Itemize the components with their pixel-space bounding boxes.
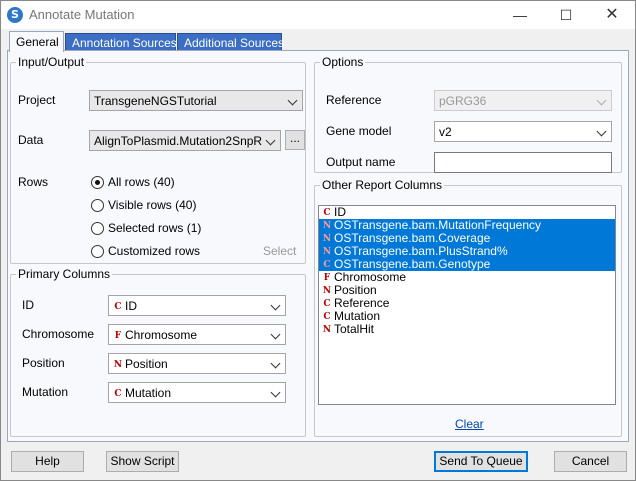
other-report-columns-list[interactable]: C ID N OSTransgene.bam.MutationFrequency N… — [318, 205, 616, 405]
customized-rows-label: Customized rows — [108, 244, 201, 258]
gene-model-value: v2 — [439, 125, 452, 139]
data-value: AlignToPlasmid.Mutation2SnpRepor — [94, 134, 262, 148]
list-item-label: ID — [334, 205, 346, 219]
app-logo-icon — [7, 7, 23, 23]
list-item-label: Position — [334, 283, 377, 297]
options-group: Options Reference pGRG36 Gene model v2 O… — [314, 55, 622, 173]
clear-link[interactable]: Clear — [455, 417, 484, 431]
annotate-mutation-dialog: Annotate Mutation — ☐ ✕ General Annotati… — [0, 0, 636, 481]
data-dropdown[interactable]: AlignToPlasmid.Mutation2SnpRepor — [89, 130, 281, 151]
chevron-down-icon — [270, 300, 281, 311]
factor-type-icon: F — [114, 331, 122, 341]
radio-visible-rows[interactable] — [91, 199, 104, 212]
input-output-group: Input/Output Project TransgeneNGSTutoria… — [10, 55, 306, 264]
id-column-dropdown[interactable]: C ID — [108, 295, 286, 316]
visible-rows-label: Visible rows (40) — [108, 198, 197, 212]
chevron-down-icon — [596, 126, 607, 137]
list-item-label: Chromosome — [334, 270, 407, 284]
chromosome-column-dropdown[interactable]: F Chromosome — [108, 324, 286, 345]
output-name-label: Output name — [326, 155, 396, 169]
chromosome-label: Chromosome — [22, 327, 95, 341]
tab-general[interactable]: General — [9, 31, 64, 52]
send-to-queue-button[interactable]: Send To Queue — [434, 451, 528, 472]
window-title: Annotate Mutation — [29, 7, 135, 22]
browse-data-button[interactable]: ... — [285, 130, 305, 150]
list-item-label: Mutation — [334, 309, 381, 323]
reference-value: pGRG36 — [439, 94, 487, 108]
help-button[interactable]: Help — [11, 451, 84, 472]
reference-dropdown[interactable]: pGRG36 — [434, 90, 612, 111]
gene-model-dropdown[interactable]: v2 — [434, 121, 612, 142]
numeric-type-icon: N — [113, 360, 123, 370]
radio-all-rows[interactable] — [91, 176, 104, 189]
id-column-value: ID — [125, 299, 137, 313]
other-report-columns-legend: Other Report Columns — [322, 178, 443, 192]
chevron-down-icon — [270, 358, 281, 369]
chevron-down-icon — [270, 329, 281, 340]
chromosome-column-value: Chromosome — [125, 328, 198, 342]
tab-additional-sources[interactable]: Additional Sources — [177, 33, 284, 51]
radio-customized-rows[interactable] — [91, 245, 104, 258]
tab-annotation-sources[interactable]: Annotation Sources — [65, 33, 177, 51]
list-item[interactable]: N TotalHit — [319, 323, 615, 336]
rows-label: Rows — [18, 175, 49, 189]
mutation-column-value: Mutation — [125, 386, 172, 400]
mutation-column-dropdown[interactable]: C Mutation — [108, 382, 286, 403]
cancel-button[interactable]: Cancel — [554, 451, 627, 472]
gene-model-label: Gene model — [326, 124, 392, 138]
reference-label: Reference — [326, 93, 382, 107]
general-tab-panel: Input/Output Project TransgeneNGSTutoria… — [7, 50, 629, 442]
list-item-label: OSTransgene.bam.Coverage — [334, 231, 491, 245]
primary-columns-group: Primary Columns ID C ID Chromosome F Chrom… — [10, 267, 306, 437]
mutation-label: Mutation — [22, 385, 69, 399]
character-type-icon: C — [114, 389, 122, 399]
project-dropdown[interactable]: TransgeneNGSTutorial — [89, 90, 303, 111]
minimize-button[interactable]: — — [497, 1, 543, 29]
character-type-icon: C — [114, 302, 122, 312]
position-column-dropdown[interactable]: N Position — [108, 353, 286, 374]
list-item-label: OSTransgene.bam.MutationFrequency — [334, 218, 541, 232]
project-value: TransgeneNGSTutorial — [94, 94, 217, 108]
primary-columns-legend: Primary Columns — [18, 267, 111, 281]
chevron-down-icon — [596, 95, 607, 106]
show-script-button[interactable]: Show Script — [106, 451, 179, 472]
all-rows-label: All rows (40) — [108, 175, 175, 189]
list-item-label: TotalHit — [334, 322, 375, 336]
output-name-input[interactable] — [434, 152, 612, 173]
chevron-down-icon — [265, 135, 276, 146]
maximize-button[interactable]: ☐ — [543, 1, 589, 29]
position-label: Position — [22, 356, 65, 370]
options-legend: Options — [322, 55, 364, 69]
close-button[interactable]: ✕ — [589, 1, 635, 29]
chevron-down-icon — [270, 387, 281, 398]
selected-rows-label: Selected rows (1) — [108, 221, 202, 235]
radio-selected-rows[interactable] — [91, 222, 104, 235]
title-bar: Annotate Mutation — ☐ ✕ — [1, 1, 635, 29]
id-label: ID — [22, 298, 34, 312]
data-label: Data — [18, 133, 44, 147]
list-item-label: Reference — [334, 296, 390, 310]
select-rows-link[interactable]: Select — [263, 244, 296, 258]
list-item-label: OSTransgene.bam.PlusStrand% — [334, 244, 508, 258]
input-output-legend: Input/Output — [18, 55, 85, 69]
numeric-type-icon: N — [322, 325, 332, 335]
list-item-label: OSTransgene.bam.Genotype — [334, 257, 491, 271]
project-label: Project — [18, 93, 56, 107]
position-column-value: Position — [125, 357, 168, 371]
chevron-down-icon — [287, 95, 298, 106]
